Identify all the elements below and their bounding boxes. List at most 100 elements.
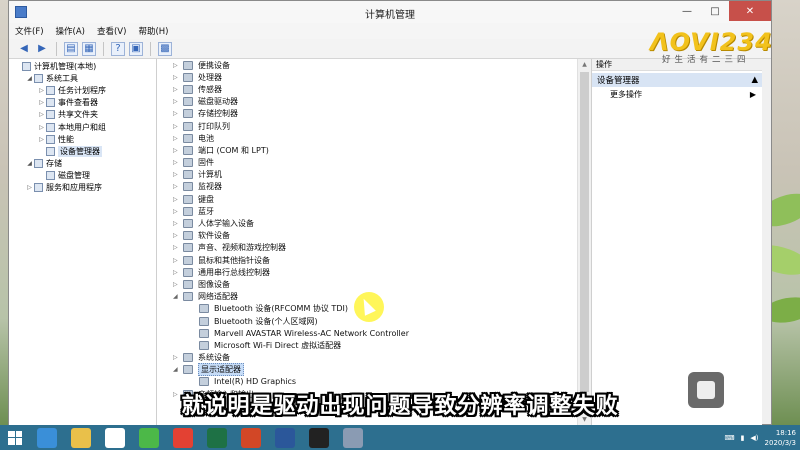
scroll-thumb[interactable]	[580, 72, 589, 392]
expand-arrow-icon[interactable]: ▷	[173, 74, 183, 81]
more-actions-item[interactable]: 更多操作 ▶	[592, 87, 762, 101]
device-category[interactable]: ▷ 蓝牙	[173, 205, 409, 217]
expand-arrow-icon[interactable]: ▷	[173, 183, 183, 190]
tree-node[interactable]: ◢ 存储	[9, 158, 156, 170]
minimize-button[interactable]: —	[673, 1, 701, 21]
forward-arrow-icon[interactable]: ▶	[35, 42, 49, 56]
device-category[interactable]: ▷ 人体学输入设备	[173, 217, 409, 229]
expand-arrow-icon[interactable]: ▷	[37, 124, 46, 131]
device-item[interactable]: Marvell AVASTAR Wireless-AC Network Cont…	[173, 327, 409, 339]
properties-icon[interactable]: ▣	[129, 41, 143, 56]
device-category[interactable]: ▷ 便携设备	[173, 59, 409, 71]
menu-file[interactable]: 文件(F)	[15, 25, 44, 37]
expand-arrow-icon[interactable]: ▷	[173, 354, 183, 361]
device-category[interactable]: ▷ 电池	[173, 132, 409, 144]
expand-arrow-icon[interactable]: ▷	[173, 244, 183, 251]
back-arrow-icon[interactable]: ◀	[17, 42, 31, 56]
expand-arrow-icon[interactable]: ◢	[25, 75, 34, 82]
scan-hardware-icon[interactable]: ▩	[158, 41, 172, 56]
device-category[interactable]: ▷ 键盘	[173, 193, 409, 205]
maximize-button[interactable]: □	[701, 1, 729, 21]
collapse-icon[interactable]: ▲	[751, 75, 758, 85]
expand-arrow-icon[interactable]: ▷	[173, 86, 183, 93]
expand-arrow-icon[interactable]: ▷	[173, 281, 183, 288]
powerpoint-icon[interactable]	[234, 425, 268, 450]
device-category[interactable]: ▷ 软件设备	[173, 230, 409, 242]
show-hide-tree-icon[interactable]: ▦	[82, 41, 96, 56]
tree-node[interactable]: ▷ 本地用户和组	[9, 121, 156, 133]
file-explorer-icon[interactable]	[64, 425, 98, 450]
expand-arrow-icon[interactable]: ▷	[173, 110, 183, 117]
tree-node[interactable]: ▷ 性能	[9, 133, 156, 145]
tree-node[interactable]: ◢ 系统工具	[9, 72, 156, 84]
expand-arrow-icon[interactable]: ▷	[173, 159, 183, 166]
close-button[interactable]: ✕	[729, 1, 771, 21]
expand-arrow-icon[interactable]: ▷	[173, 208, 183, 215]
device-category[interactable]: ▷ 声音、视频和游戏控制器	[173, 242, 409, 254]
computer-management-icon[interactable]	[336, 425, 370, 450]
device-category[interactable]: ▷ 图像设备	[173, 278, 409, 290]
device-category[interactable]: ▷ 鼠标和其他指针设备	[173, 254, 409, 266]
expand-arrow-icon[interactable]: ▷	[37, 99, 46, 106]
device-category[interactable]: ▷ 磁盘驱动器	[173, 96, 409, 108]
device-category[interactable]: ▷ 计算机	[173, 169, 409, 181]
network-icon[interactable]: ▮	[741, 434, 745, 442]
scroll-up-icon[interactable]: ▲	[578, 59, 591, 71]
device-category[interactable]: ▷ 固件	[173, 157, 409, 169]
tree-node[interactable]: ▷ 共享文件夹	[9, 109, 156, 121]
expand-arrow-icon[interactable]: ▷	[37, 136, 46, 143]
expand-arrow-icon[interactable]: ▷	[173, 196, 183, 203]
tree-node[interactable]: 计算机管理(本地)	[9, 60, 156, 72]
record-icon[interactable]	[302, 425, 336, 450]
help-icon[interactable]: ?	[111, 41, 125, 56]
expand-arrow-icon[interactable]: ◢	[25, 160, 34, 167]
excel-icon[interactable]	[200, 425, 234, 450]
expand-arrow-icon[interactable]: ▷	[173, 62, 183, 69]
vertical-scrollbar[interactable]: ▲ ▼	[577, 59, 591, 426]
expand-arrow-icon[interactable]: ▷	[173, 123, 183, 130]
cloud-sync-icon[interactable]	[98, 425, 132, 450]
expand-arrow-icon[interactable]: ▷	[173, 257, 183, 264]
expand-arrow-icon[interactable]: ◢	[173, 366, 183, 373]
device-item[interactable]: Intel(R) HD Graphics	[173, 376, 409, 388]
expand-arrow-icon[interactable]: ▷	[173, 98, 183, 105]
tree-node[interactable]: 设备管理器	[9, 145, 156, 157]
device-category[interactable]: ▷ 通用串行总线控制器	[173, 266, 409, 278]
menu-action[interactable]: 操作(A)	[56, 25, 85, 37]
up-folder-icon[interactable]: ▤	[64, 41, 78, 56]
expand-arrow-icon[interactable]: ▷	[173, 269, 183, 276]
device-category[interactable]: ▷ 处理器	[173, 71, 409, 83]
menu-help[interactable]: 帮助(H)	[138, 25, 168, 37]
device-category[interactable]: ▷ 存储控制器	[173, 108, 409, 120]
device-category[interactable]: ▷ 监视器	[173, 181, 409, 193]
volume-icon[interactable]: ◀)	[750, 434, 758, 442]
device-category[interactable]: ▷ 打印队列	[173, 120, 409, 132]
browser-360-icon[interactable]	[132, 425, 166, 450]
device-category[interactable]: ▷ 端口 (COM 和 LPT)	[173, 144, 409, 156]
expand-arrow-icon[interactable]: ▷	[173, 232, 183, 239]
start-button[interactable]	[0, 425, 30, 450]
expand-arrow-icon[interactable]: ▷	[173, 220, 183, 227]
tree-node[interactable]: ▷ 事件查看器	[9, 97, 156, 109]
device-category[interactable]: ▷ 传感器	[173, 83, 409, 95]
clock[interactable]: 18:16 2020/3/3	[765, 428, 796, 448]
expand-arrow-icon[interactable]: ▷	[37, 87, 46, 94]
expand-arrow-icon[interactable]: ▷	[173, 135, 183, 142]
tree-node[interactable]: ▷ 任务计划程序	[9, 84, 156, 96]
expand-arrow-icon[interactable]: ▷	[173, 171, 183, 178]
actions-section-device-manager[interactable]: 设备管理器 ▲	[592, 73, 762, 87]
expand-arrow-icon[interactable]: ▷	[25, 184, 34, 191]
chrome-icon[interactable]	[166, 425, 200, 450]
expand-arrow-icon[interactable]: ◢	[173, 293, 183, 300]
tree-node[interactable]: ▷ 服务和应用程序	[9, 182, 156, 194]
keyboard-icon[interactable]: ⌨	[724, 434, 734, 442]
device-category[interactable]: ◢ 显示适配器	[173, 363, 409, 377]
expand-arrow-icon[interactable]: ▷	[37, 111, 46, 118]
ie-icon[interactable]	[30, 425, 64, 450]
expand-arrow-icon[interactable]: ▷	[173, 147, 183, 154]
word-icon[interactable]	[268, 425, 302, 450]
device-category[interactable]: ▷ 系统设备	[173, 352, 409, 364]
menu-view[interactable]: 查看(V)	[97, 25, 126, 37]
tree-node[interactable]: 磁盘管理	[9, 170, 156, 182]
device-item[interactable]: Microsoft Wi-Fi Direct 虚拟适配器	[173, 339, 409, 351]
